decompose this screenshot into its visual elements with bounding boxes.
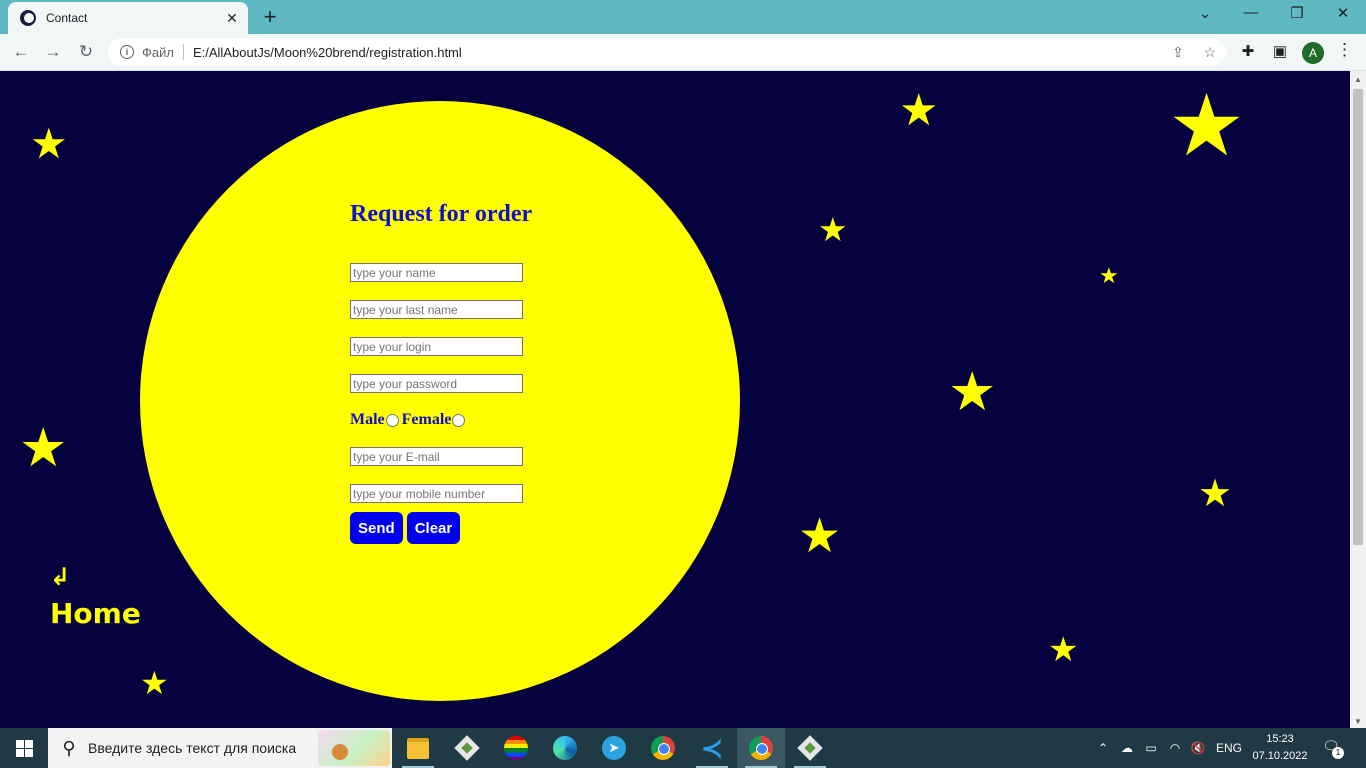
form-title: Request for order [350, 201, 533, 227]
onedrive-cloud-icon[interactable]: ☁ [1116, 728, 1138, 768]
menu-kebab-icon[interactable]: ⋮ [1336, 40, 1353, 60]
star-bookmark-icon[interactable]: ☆ [1194, 44, 1226, 61]
tray-chevron-icon[interactable]: ⌃ [1094, 728, 1112, 768]
order-request-form: Request for order Male Female SendClear [350, 201, 650, 544]
home-label: Home [50, 597, 141, 630]
tab-contact[interactable]: Contact ✕ [8, 2, 248, 34]
volume-muted-icon[interactable]: 🔇 [1187, 728, 1209, 768]
search-highlight-art[interactable] [318, 730, 390, 766]
git-gui-app-2[interactable] [786, 728, 834, 768]
page-scrollbar[interactable]: ▲ ▼ [1350, 71, 1366, 728]
pride-app[interactable] [492, 728, 540, 768]
scheme-label: Файл [142, 44, 174, 60]
female-label: Female [401, 411, 452, 428]
scroll-down-arrow-icon[interactable]: ▼ [1350, 717, 1366, 726]
clock-date: 07.10.2022 [1252, 750, 1308, 762]
profile-avatar[interactable]: A [1302, 42, 1324, 64]
name-input[interactable] [350, 263, 523, 282]
return-arrow-icon: ↲ [50, 563, 71, 591]
language-indicator[interactable]: ENG [1212, 728, 1246, 768]
edge-app[interactable] [541, 728, 589, 768]
forward-arrow-icon[interactable]: → [40, 40, 66, 64]
windows-logo-icon [15, 739, 33, 757]
vscode-icon: ≺ [701, 733, 723, 763]
mobile-input[interactable] [350, 484, 523, 503]
moon-favicon-icon [20, 10, 36, 26]
back-arrow-icon[interactable]: ← [8, 40, 34, 64]
star-icon: ★ [19, 418, 68, 478]
tab-strip: Contact ✕ + ⌄ — ❐ ✕ [0, 0, 1366, 34]
gender-selector: Male Female [350, 410, 650, 430]
star-icon: ★ [798, 510, 842, 563]
scrollbar-thumb[interactable] [1353, 89, 1363, 545]
star-icon: ★ [1198, 473, 1233, 515]
page-viewport: ★ ★ ★ ★ ★ ★ ★ ★ ★ ★ ★ Request for order … [0, 71, 1350, 728]
star-icon: ★ [818, 211, 848, 248]
extensions-puzzle-icon[interactable]: ✚ [1237, 42, 1259, 60]
male-radio[interactable] [385, 413, 399, 427]
url-text[interactable]: E:/AllAboutJs/Moon%20brend/registration.… [193, 45, 1162, 60]
browser-toolbar: ← → ↻ i Файл E:/AllAboutJs/Moon%20brend/… [0, 34, 1366, 71]
notifications-button[interactable]: 🗨 1 [1320, 738, 1344, 759]
chrome-icon [651, 736, 675, 760]
file-explorer-app[interactable] [394, 728, 442, 768]
clear-button[interactable]: Clear [406, 512, 461, 544]
telegram-app[interactable]: ➤ [590, 728, 638, 768]
wifi-icon[interactable]: ◠ [1164, 728, 1186, 768]
clock[interactable]: 15:23 07.10.2022 [1248, 731, 1312, 765]
vscode-app[interactable]: ≺ [688, 728, 736, 768]
windows-taskbar: ⚲ Введите здесь текст для поиска ➤ ≺ ⌃ ☁… [0, 728, 1366, 768]
close-tab-button[interactable]: ✕ [222, 10, 242, 27]
home-link[interactable]: ↲ Home [50, 563, 141, 630]
search-icon: ⚲ [62, 737, 76, 758]
rainbow-circle-icon [504, 736, 528, 760]
star-icon: ★ [899, 86, 939, 135]
email-input[interactable] [350, 447, 523, 466]
chrome-profile-app[interactable] [737, 728, 785, 768]
login-input[interactable] [350, 337, 523, 356]
chrome-app[interactable] [639, 728, 687, 768]
address-bar[interactable]: i Файл E:/AllAboutJs/Moon%20brend/regist… [108, 38, 1226, 66]
address-divider [182, 44, 184, 60]
git-icon [797, 735, 823, 761]
share-icon[interactable]: ⇪ [1162, 44, 1194, 61]
clock-time: 15:23 [1266, 733, 1294, 745]
star-icon: ★ [1048, 631, 1079, 669]
search-placeholder: Введите здесь текст для поиска [88, 740, 297, 756]
scroll-up-arrow-icon[interactable]: ▲ [1350, 75, 1366, 84]
close-window-button[interactable]: ✕ [1323, 4, 1363, 22]
reload-icon[interactable]: ↻ [73, 40, 99, 64]
new-tab-button[interactable]: + [258, 4, 282, 30]
star-icon: ★ [140, 665, 169, 701]
side-panel-icon[interactable]: ▣ [1269, 42, 1291, 60]
taskbar-search[interactable]: ⚲ Введите здесь текст для поиска [48, 728, 392, 768]
female-radio[interactable] [452, 413, 466, 427]
star-icon: ★ [1099, 263, 1119, 288]
male-label: Male [350, 411, 385, 428]
git-gui-app[interactable] [443, 728, 491, 768]
edge-icon [553, 736, 577, 760]
tab-search-button[interactable]: ⌄ [1185, 4, 1225, 22]
tab-title: Contact [46, 11, 88, 25]
star-icon: ★ [30, 120, 68, 167]
telegram-icon: ➤ [602, 736, 626, 760]
minimize-button[interactable]: — [1231, 4, 1271, 21]
form-actions: Send Clear [350, 512, 650, 544]
last-name-input[interactable] [350, 300, 523, 319]
folder-icon [407, 737, 429, 759]
star-icon: ★ [948, 362, 997, 422]
site-info-icon[interactable]: i [120, 45, 134, 59]
chrome-profile-icon [749, 736, 773, 760]
password-input[interactable] [350, 374, 523, 393]
star-icon: ★ [1168, 78, 1246, 174]
send-button[interactable]: Send [350, 512, 403, 544]
notification-count-badge: 1 [1332, 747, 1344, 759]
start-button[interactable] [0, 728, 48, 768]
battery-icon[interactable]: ▭ [1140, 728, 1162, 768]
restore-button[interactable]: ❐ [1277, 4, 1317, 22]
git-icon [454, 735, 480, 761]
